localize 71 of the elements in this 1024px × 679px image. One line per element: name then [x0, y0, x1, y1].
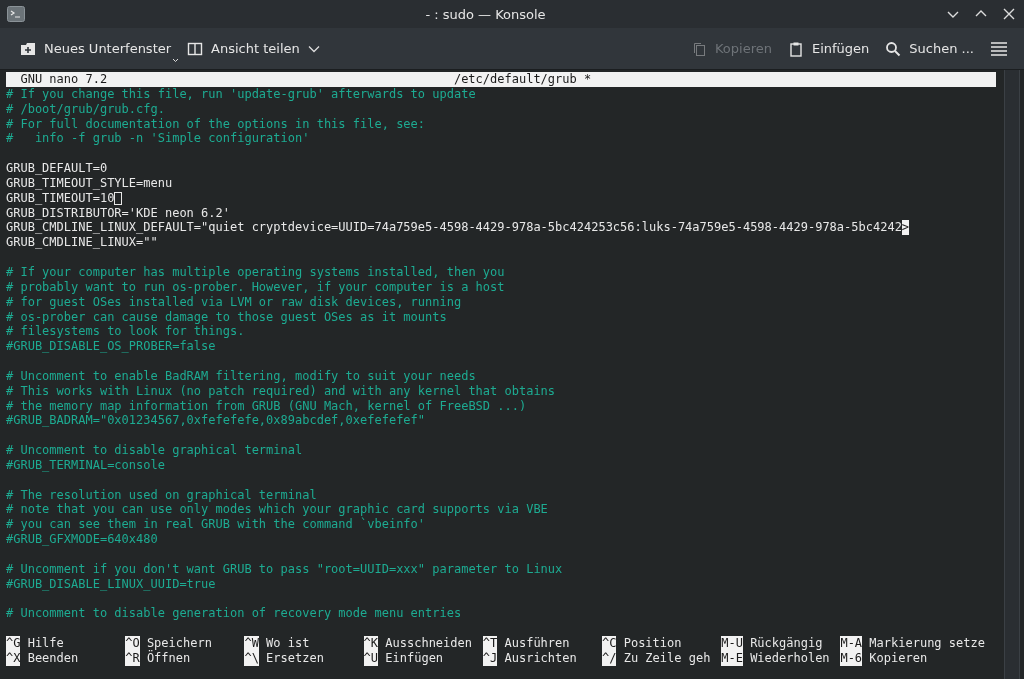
code-line: GRUB_DEFAULT=0: [6, 161, 108, 176]
shortcut-label: Hilfe: [26, 636, 64, 651]
new-tab-icon: [20, 40, 36, 57]
comment-line: # For full documentation of the options in this file, see:: [6, 116, 426, 132]
shortcut-label: Ausführen: [503, 636, 570, 651]
split-view-icon: [187, 40, 204, 57]
comment-line: #GRUB_BADRAM="0x01234567,0xfefefefe,0x89abcdef,0xefefefef": [6, 413, 426, 429]
shortcut-key: M-A: [840, 636, 863, 651]
comment-line: #GRUB_DISABLE_OS_PROBER=false: [6, 339, 216, 355]
shortcut-label: Kopieren: [868, 650, 928, 666]
shortcut-label: Einfügen: [384, 650, 444, 666]
comment-line: # for guest OSes installed via LVM or raw disk devices, running: [6, 294, 462, 310]
terminal-app-icon: [7, 6, 25, 22]
search-icon: [885, 40, 902, 57]
shortcut-label: Markierung setze: [868, 636, 985, 651]
comment-line: #GRUB_DISABLE_LINUX_UUID=true: [6, 576, 216, 592]
shortcut-label: Zu Zeile geh: [622, 650, 711, 666]
file-path: /etc/default/grub *: [453, 72, 592, 87]
shortcut-key: ^T: [482, 636, 498, 651]
overflow-marker: >: [901, 220, 910, 236]
comment-line: # filesystems to look for things.: [6, 324, 245, 340]
shortcut-label: Beenden: [26, 650, 79, 666]
code-line: GRUB_DISTRIBUTOR='KDE neon 6.2': [6, 205, 230, 221]
shortcut-key: ^G: [6, 636, 21, 651]
shortcut-label: Ausschneiden: [384, 636, 472, 651]
comment-line: # the memory map information from GRUB (GNU Mach, kernel of FreeBSD ...): [6, 398, 527, 414]
clipboard-icon: [787, 40, 804, 57]
scrollbar[interactable]: [1004, 70, 1020, 679]
comment-line: # The resolution used on graphical terminal: [6, 487, 317, 503]
comment-line: # Uncomment to disable generation of recovery mode menu entries: [6, 606, 462, 622]
shortcut-label: Speichern: [145, 636, 212, 651]
caret-icon: [307, 44, 320, 53]
shortcut-key: ^C: [602, 636, 617, 651]
shortcut-label: Position: [622, 636, 682, 651]
shortcut-key: ^O: [125, 636, 140, 651]
editor-version: GNU nano 7.2: [19, 72, 108, 87]
comment-line: # Uncomment if you don't want GRUB to pass "root=UUID=xxx" parameter to Linux: [6, 561, 563, 577]
comment-line: # This works with Linux (no patch required) and with any kernel that obtains: [6, 383, 556, 399]
comment-line: # you can see them in real GRUB with the command `vbeinfo': [6, 517, 426, 533]
code-line: GRUB_TIMEOUT=10: [6, 190, 115, 206]
menu-icon[interactable]: [990, 40, 1008, 57]
shortcut-label: Wo ist: [265, 636, 310, 651]
code-line: GRUB_TIMEOUT_STYLE=menu: [6, 175, 173, 191]
code-line: GRUB_CMDLINE_LINUX_DEFAULT="quiet cryptdevice=UUID=74a759e5-4598-4429-978a-5bc424253c56:luks-74a759e5-4598-4429-978a-5bc4242: [6, 220, 902, 236]
comment-line: # If your computer has multiple operating systems installed, then you: [6, 264, 505, 280]
comment-line: # note that you can use only modes which your graphic card supports via VBE: [6, 502, 548, 518]
close-icon[interactable]: [1002, 7, 1016, 21]
shortcut-key: ^W: [244, 636, 259, 651]
toolbar-button[interactable]: Ansicht teilen: [179, 36, 328, 61]
comment-line: # os-prober can cause damage to those guest OSes as it mounts: [6, 309, 447, 325]
shortcut-key: ^K: [363, 636, 379, 651]
shortcut-label: Öffnen: [145, 650, 191, 666]
shortcut-label: Ersetzen: [265, 650, 324, 666]
comment-line: # If you change this file, run 'update-grub' afterwards to update: [6, 86, 476, 102]
shortcut-label: Rückgängig: [749, 636, 823, 651]
toolbar-button[interactable]: Suchen ...: [877, 36, 982, 61]
code-line: GRUB_CMDLINE_LINUX="": [6, 235, 158, 251]
window-title: - : sudo — Konsole: [424, 6, 547, 22]
comment-line: # /boot/grub/grub.cfg.: [6, 101, 165, 117]
shortcut-key: M-U: [721, 636, 743, 651]
comment-line: #GRUB_GFXMODE=640x480: [6, 532, 158, 547]
comment-line: # probably want to run os-prober. However, if your computer is a host: [6, 279, 505, 295]
comment-line: # Uncomment to enable BadRAM filtering, modify to suit your needs: [6, 368, 476, 384]
toolbar-button[interactable]: Einfügen: [779, 36, 878, 61]
comment-line: #GRUB_TERMINAL=console: [6, 457, 165, 473]
caret-icon: [172, 57, 180, 63]
toolbar-button[interactable]: Neues Unterfenster: [12, 36, 180, 61]
comment-line: # Uncomment to disable graphical terminal: [6, 443, 303, 458]
comment-line: # info -f grub -n 'Simple configuration': [6, 131, 310, 147]
shortcut-label: Ausrichten: [503, 650, 577, 666]
shortcut-label: Wiederholen: [749, 650, 830, 666]
